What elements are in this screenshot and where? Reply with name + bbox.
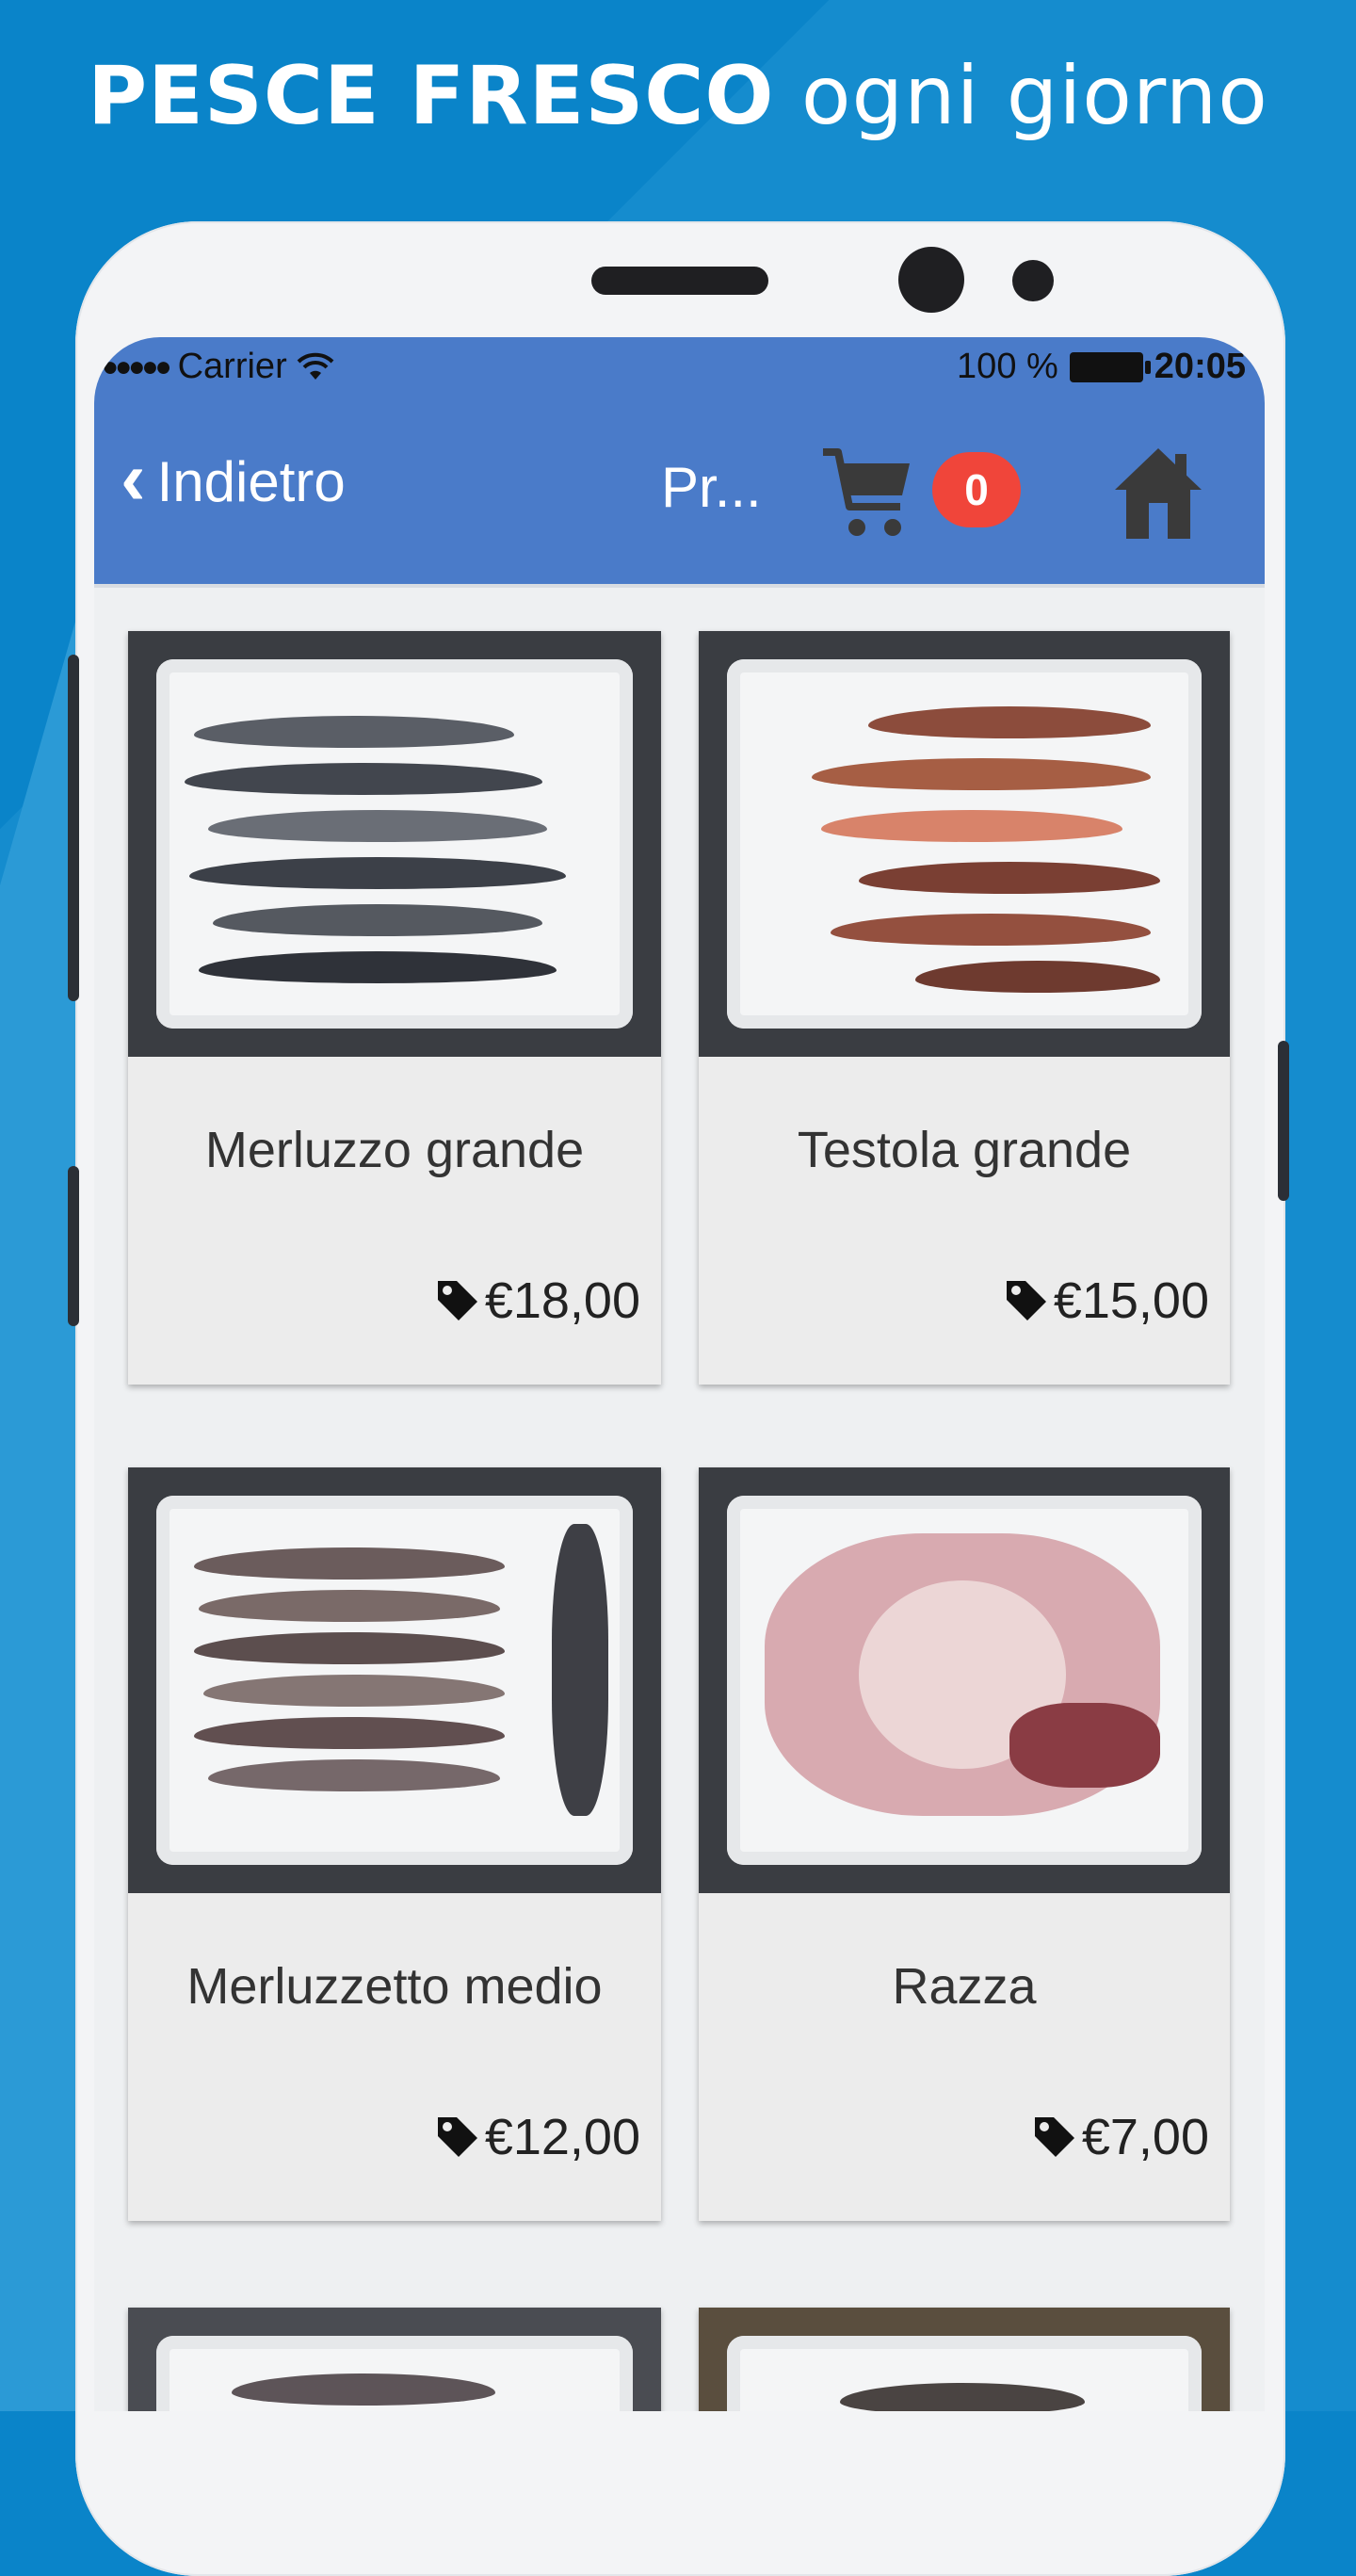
fish-shape xyxy=(194,716,514,748)
status-bar: ●●●●● Carrier 100 % 20:05 xyxy=(94,337,1265,403)
wifi-icon xyxy=(297,352,334,380)
battery-icon xyxy=(1069,351,1151,382)
product-card[interactable] xyxy=(128,2308,661,2411)
fish-tray xyxy=(156,659,633,1029)
product-name: Razza xyxy=(892,1958,1037,2015)
fish-shape xyxy=(208,1759,500,1791)
price-value: €12,00 xyxy=(484,2109,640,2165)
back-label: Indietro xyxy=(156,449,346,513)
carrier-label: Carrier xyxy=(177,347,287,386)
fish-shape xyxy=(840,2383,1085,2411)
fish-shape xyxy=(232,2373,495,2406)
fish-tray xyxy=(727,2336,1202,2411)
phone-camera xyxy=(898,247,964,313)
home-icon[interactable] xyxy=(1111,441,1205,544)
fish-shape xyxy=(203,1675,505,1707)
status-time: 20:05 xyxy=(1154,347,1246,386)
price-tag-icon xyxy=(437,2117,477,2157)
status-right: 100 % 20:05 xyxy=(957,347,1246,387)
product-name: Merluzzo grande xyxy=(204,1122,585,1178)
fish-shape xyxy=(194,1717,505,1749)
price-tag-icon xyxy=(437,1281,477,1320)
page-title: Pr... xyxy=(661,456,762,519)
product-card[interactable]: Razza €7,00 xyxy=(699,1467,1230,2221)
navigation-bar: ‹ Indietro Pr... 0 xyxy=(94,403,1265,588)
fish-tray xyxy=(156,2336,633,2411)
fish-shape xyxy=(213,904,542,936)
cart-icon[interactable] xyxy=(819,441,913,544)
signal-icon: ●●●●● xyxy=(102,350,172,382)
product-photo xyxy=(128,631,661,1057)
product-name: Testola grande xyxy=(797,1122,1132,1178)
chevron-left-icon: ‹ xyxy=(121,436,146,520)
product-card[interactable]: Merluzzetto medio €12,00 xyxy=(128,1467,661,2221)
promo-headline: PESCE FRESCO ogni giorno xyxy=(0,49,1356,143)
fish-shape xyxy=(199,1590,500,1622)
product-price: €15,00 xyxy=(1003,1272,1209,1330)
phone-side-button xyxy=(68,1166,79,1326)
phone-speaker xyxy=(591,267,768,295)
product-photo xyxy=(128,2308,661,2411)
product-price: €18,00 xyxy=(434,1272,640,1330)
app-screen: ●●●●● Carrier 100 % 20:05 ‹ Indietro Pr.… xyxy=(94,337,1265,2411)
price-value: €15,00 xyxy=(1053,1272,1209,1329)
fish-shape xyxy=(552,1524,608,1816)
fish-tray xyxy=(727,659,1202,1029)
fish-shape xyxy=(194,1547,505,1580)
product-card[interactable]: Testola grande €15,00 xyxy=(699,631,1230,1385)
product-photo xyxy=(128,1467,661,1893)
fish-shape xyxy=(868,706,1151,738)
product-photo xyxy=(699,1467,1230,1893)
fish-shape xyxy=(194,1632,505,1664)
headline-bold: PESCE FRESCO xyxy=(88,49,775,143)
product-photo xyxy=(699,631,1230,1057)
phone-volume-button xyxy=(68,655,79,1001)
phone-power-button xyxy=(1278,1041,1289,1201)
product-name: Merluzzetto medio xyxy=(186,1958,603,2015)
fish-shape xyxy=(831,914,1151,946)
back-button[interactable]: ‹ Indietro xyxy=(121,441,346,516)
phone-sensor xyxy=(1012,260,1054,301)
fish-shape xyxy=(812,758,1151,790)
product-card[interactable] xyxy=(699,2308,1230,2411)
fish-shape xyxy=(189,857,566,889)
price-tag-icon xyxy=(1034,2117,1074,2157)
product-price: €7,00 xyxy=(1031,2108,1209,2166)
fish-tray xyxy=(156,1496,633,1865)
battery-percent: 100 % xyxy=(957,347,1058,386)
fish-shape xyxy=(915,961,1160,993)
fish-shape xyxy=(208,810,547,842)
fish-shape xyxy=(185,763,542,795)
price-value: €7,00 xyxy=(1081,2109,1209,2165)
fish-shape xyxy=(821,810,1122,842)
fish-tray xyxy=(727,1496,1202,1865)
product-photo xyxy=(699,2308,1230,2411)
fish-shape xyxy=(199,951,557,983)
status-left: ●●●●● Carrier xyxy=(102,347,334,387)
product-price: €12,00 xyxy=(434,2108,640,2166)
product-card[interactable]: Merluzzo grande €18,00 xyxy=(128,631,661,1385)
price-value: €18,00 xyxy=(484,1272,640,1329)
cart-count-badge[interactable]: 0 xyxy=(932,452,1021,527)
headline-light: ogni giorno xyxy=(800,49,1268,143)
fish-shape xyxy=(859,862,1160,894)
price-tag-icon xyxy=(1006,1281,1046,1320)
